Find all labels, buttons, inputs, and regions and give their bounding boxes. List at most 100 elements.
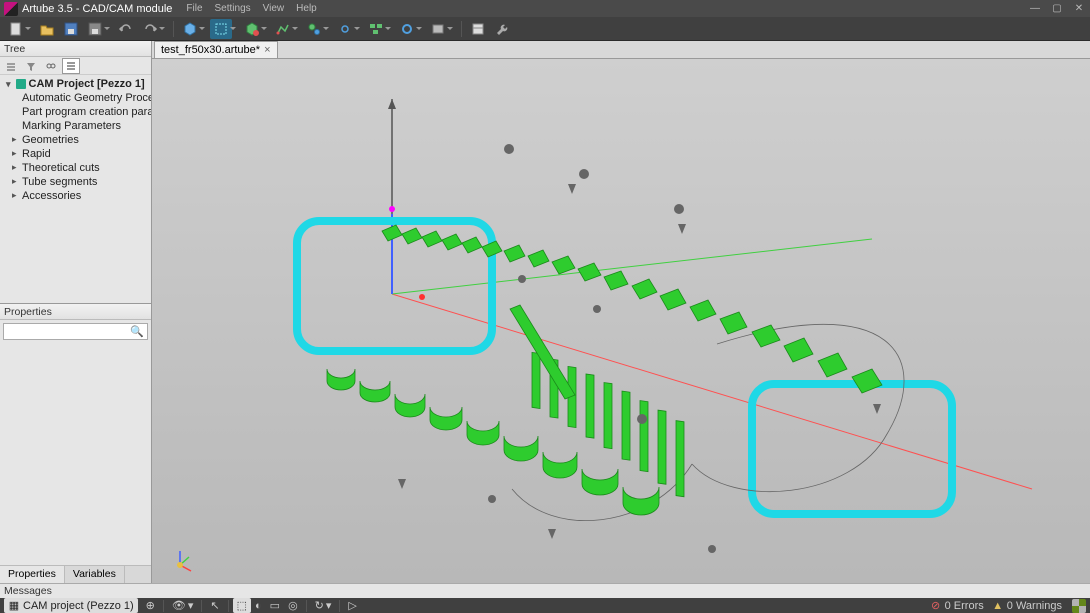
tree-item-label: Rapid bbox=[22, 148, 51, 160]
file-tab[interactable]: test_fr50x30.artube* × bbox=[154, 41, 278, 58]
menu-file[interactable]: File bbox=[186, 3, 202, 14]
tree-item[interactable]: Part program creation parameters bbox=[0, 105, 151, 119]
close-button[interactable]: ✕ bbox=[1068, 0, 1090, 17]
project-icon bbox=[16, 79, 26, 89]
tree-item-label: Marking Parameters bbox=[22, 120, 121, 132]
nest-icon bbox=[368, 21, 384, 37]
sb-render-button[interactable]: ◎ bbox=[284, 598, 302, 613]
properties-tabs: Properties Variables bbox=[0, 565, 151, 583]
menu-help[interactable]: Help bbox=[296, 3, 317, 14]
process-button[interactable] bbox=[303, 19, 325, 39]
tree-link-button[interactable] bbox=[42, 58, 60, 74]
maximize-button[interactable]: ▢ bbox=[1046, 0, 1068, 17]
tree-item[interactable]: Marking Parameters bbox=[0, 119, 151, 133]
refresh-icon: ↻ bbox=[315, 599, 324, 612]
undo-button[interactable] bbox=[115, 19, 137, 39]
tree-item[interactable]: Theoretical cuts bbox=[0, 161, 151, 175]
save-file-button[interactable] bbox=[60, 19, 82, 39]
toolpath-button[interactable] bbox=[272, 19, 294, 39]
select-icon: ⬚ bbox=[237, 599, 247, 612]
tree-item-label: Theoretical cuts bbox=[22, 162, 100, 174]
box-button[interactable] bbox=[427, 19, 449, 39]
viewport-area: test_fr50x30.artube* × bbox=[152, 41, 1090, 583]
tree-root-label: CAM Project [Pezzo 1] bbox=[29, 78, 145, 90]
errors-indicator[interactable]: ⊘ 0 Errors bbox=[926, 598, 988, 613]
box-icon bbox=[430, 21, 446, 37]
tree-item-label: Tube segments bbox=[22, 176, 97, 188]
chain-icon bbox=[45, 60, 57, 72]
sb-play-button[interactable]: ▷ bbox=[344, 598, 360, 613]
tree-filter-button[interactable] bbox=[22, 58, 40, 74]
properties-panel: Properties 🔍 Properties Variables bbox=[0, 303, 151, 583]
section-view-button[interactable] bbox=[241, 19, 263, 39]
file-tab-label: test_fr50x30.artube* bbox=[161, 44, 260, 56]
properties-body bbox=[0, 343, 151, 565]
model-scene bbox=[152, 59, 1090, 579]
new-file-button[interactable] bbox=[5, 19, 27, 39]
sb-globe-button[interactable]: ⊕ bbox=[142, 598, 159, 613]
open-file-button[interactable] bbox=[36, 19, 58, 39]
undo-icon bbox=[118, 21, 134, 37]
app-logo-icon bbox=[4, 2, 18, 16]
nest-button[interactable] bbox=[365, 19, 387, 39]
tree-item[interactable]: Tube segments bbox=[0, 175, 151, 189]
cube-icon bbox=[182, 21, 198, 37]
wrench-button[interactable] bbox=[491, 19, 513, 39]
tree-panel-header: Tree bbox=[0, 41, 151, 57]
warning-icon: ▲ bbox=[992, 600, 1004, 612]
tree-item-label: Geometries bbox=[22, 134, 79, 146]
orientation-triad[interactable] bbox=[167, 547, 193, 573]
tree-item[interactable]: Automatic Geometry Processing bbox=[0, 91, 151, 105]
tree-item-label: Accessories bbox=[22, 190, 81, 202]
tree-root[interactable]: CAM Project [Pezzo 1] bbox=[0, 77, 151, 91]
link-button[interactable] bbox=[334, 19, 356, 39]
tree-item[interactable]: Accessories bbox=[0, 189, 151, 203]
filter-icon bbox=[25, 60, 37, 72]
warnings-count: 0 bbox=[1007, 600, 1013, 612]
gears-icon bbox=[306, 21, 322, 37]
project-selector-button[interactable]: ▦ CAM project (Pezzo 1) bbox=[4, 598, 138, 613]
sheet-button[interactable] bbox=[467, 19, 489, 39]
tree-toolbar bbox=[0, 57, 151, 75]
main-toolbar bbox=[0, 17, 1090, 41]
project-icon: ▦ bbox=[8, 600, 20, 612]
save-alt-icon bbox=[87, 21, 103, 37]
tab-properties[interactable]: Properties bbox=[0, 566, 65, 583]
sb-shade-button[interactable]: ◐ bbox=[251, 598, 266, 613]
left-panel: Tree CAM Project [Pezzo 1] Automatic Geo… bbox=[0, 41, 152, 583]
tab-variables[interactable]: Variables bbox=[65, 566, 125, 583]
sb-eye-button[interactable]: 👁▾ bbox=[168, 598, 198, 613]
play-icon: ▷ bbox=[348, 599, 356, 612]
properties-search-input[interactable] bbox=[3, 323, 148, 340]
warnings-indicator[interactable]: ▲ 0 Warnings bbox=[988, 598, 1066, 613]
redo-button[interactable] bbox=[139, 19, 161, 39]
menu-view[interactable]: View bbox=[263, 3, 285, 14]
save-dropdown-button[interactable] bbox=[84, 19, 106, 39]
open-folder-icon bbox=[39, 21, 55, 37]
tree-item-label: Automatic Geometry Processing bbox=[22, 92, 151, 104]
tree-item[interactable]: Rapid bbox=[0, 147, 151, 161]
messages-panel-header[interactable]: Messages bbox=[0, 583, 1090, 598]
sb-cursor-button[interactable]: ↖ bbox=[206, 598, 223, 613]
toolpath-icon bbox=[275, 21, 291, 37]
sb-wire-button[interactable]: ▭ bbox=[266, 598, 284, 613]
minimize-button[interactable]: — bbox=[1024, 0, 1046, 17]
sb-refresh-button[interactable]: ↻▾ bbox=[311, 598, 336, 613]
error-icon: ⊘ bbox=[930, 600, 942, 612]
settings-gear-button[interactable] bbox=[396, 19, 418, 39]
tree-collapse-button[interactable] bbox=[2, 58, 20, 74]
file-tab-close-button[interactable]: × bbox=[264, 44, 270, 56]
tree-item[interactable]: Geometries bbox=[0, 133, 151, 147]
select-mode-button[interactable] bbox=[210, 19, 232, 39]
errors-label: Errors bbox=[954, 600, 984, 612]
viewport-canvas[interactable] bbox=[152, 59, 1090, 583]
cursor-rect-icon bbox=[213, 21, 229, 37]
new-file-icon bbox=[8, 21, 24, 37]
menu-settings[interactable]: Settings bbox=[215, 3, 251, 14]
sb-select-button[interactable]: ⬚ bbox=[233, 598, 251, 613]
status-bar: ▦ CAM project (Pezzo 1) ⊕ 👁▾ ↖ ⬚ ◐ ▭ ◎ ↻… bbox=[0, 598, 1090, 613]
model-view-button[interactable] bbox=[179, 19, 201, 39]
tree-list-mode-button[interactable] bbox=[62, 58, 80, 74]
save-icon bbox=[63, 21, 79, 37]
project-tree[interactable]: CAM Project [Pezzo 1] Automatic Geometry… bbox=[0, 75, 151, 303]
